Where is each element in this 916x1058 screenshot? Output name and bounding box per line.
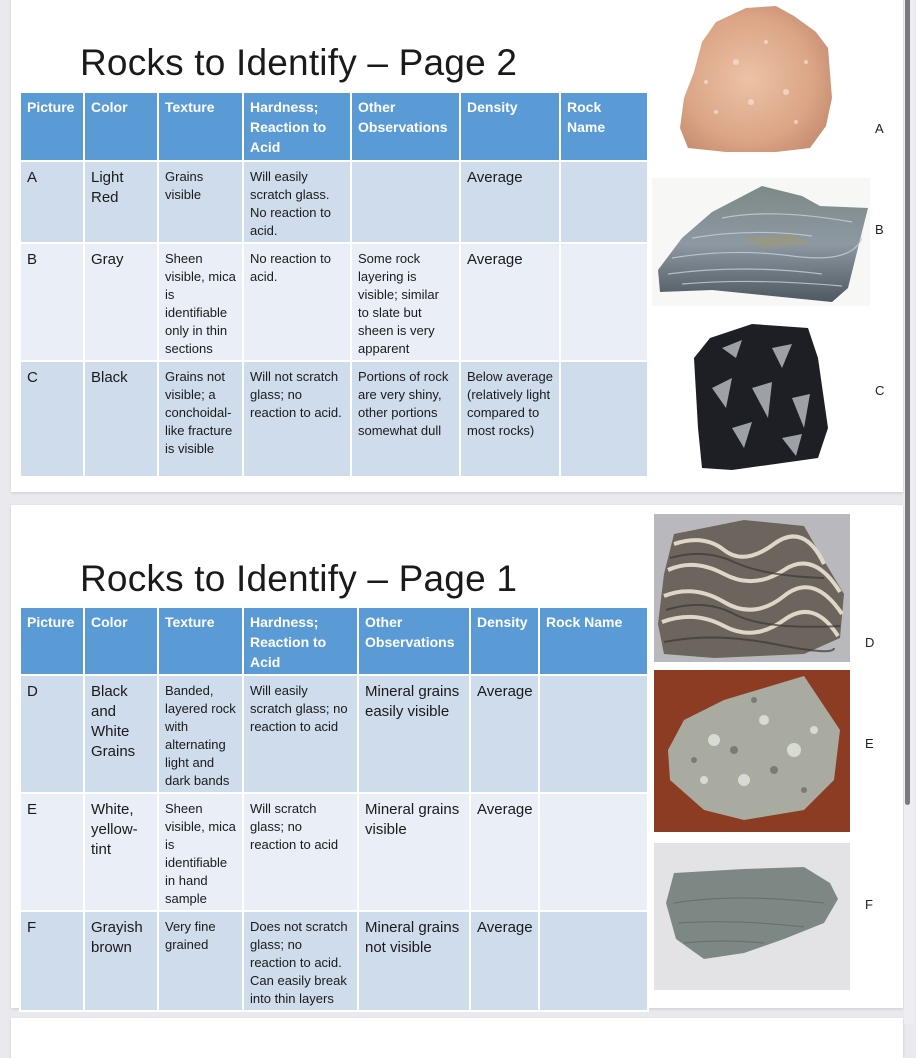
cell-picture: A <box>19 160 85 244</box>
rock-e-icon <box>668 676 840 820</box>
cell-other-observations: Mineral grains not visible <box>357 910 471 1012</box>
header-hardness: Hardness; Reaction to Acid <box>242 91 352 162</box>
rock-label-b: B <box>875 222 884 237</box>
rock-table-page-2: Picture Color Texture Hardness; Reaction… <box>19 91 649 478</box>
cell-other-observations: Some rock layering is visible; similar t… <box>350 242 461 362</box>
header-hardness: Hardness; Reaction to Acid <box>242 606 359 676</box>
header-color: Color <box>83 606 159 676</box>
cell-other-observations <box>350 160 461 244</box>
header-texture: Texture <box>157 91 244 162</box>
cell-rock-name[interactable] <box>559 242 649 362</box>
header-color: Color <box>83 91 159 162</box>
table-row: A Light Red Grains visible Will easily s… <box>19 160 649 244</box>
header-texture: Texture <box>157 606 244 676</box>
cell-picture: E <box>19 792 85 912</box>
rock-photo-d <box>654 514 850 662</box>
cell-density: Average <box>469 792 540 912</box>
table-row: B Gray Sheen visible, mica is identifiab… <box>19 242 649 362</box>
rock-label-c: C <box>875 383 885 398</box>
cell-texture: Sheen visible, mica is identifiable in h… <box>157 792 244 912</box>
cell-color: Light Red <box>83 160 159 244</box>
table-header-row: Picture Color Texture Hardness; Reaction… <box>19 91 649 162</box>
cell-rock-name[interactable] <box>538 910 649 1012</box>
cell-density: Average <box>469 674 540 794</box>
cell-hardness: Will easily scratch glass. No reaction t… <box>242 160 352 244</box>
cell-hardness: Will not scratch glass; no reaction to a… <box>242 360 352 478</box>
cell-hardness: No reaction to acid. <box>242 242 352 362</box>
cell-picture: B <box>19 242 85 362</box>
slide-title: Rocks to Identify – Page 2 <box>80 42 518 83</box>
cell-rock-name[interactable] <box>538 674 649 794</box>
cell-texture: Grains not visible; a conchoidal-like fr… <box>157 360 244 478</box>
cell-texture: Grains visible <box>157 160 244 244</box>
rock-label-a: A <box>875 121 884 136</box>
header-picture: Picture <box>19 91 85 162</box>
table-row: D Black and White Grains Banded, layered… <box>19 674 649 794</box>
cell-density: Average <box>459 242 561 362</box>
rock-d-icon <box>658 520 844 658</box>
rock-photo-a <box>676 2 836 154</box>
rock-a-icon <box>680 6 832 152</box>
rock-photo-b <box>652 178 870 306</box>
cell-density: Average <box>469 910 540 1012</box>
cell-color: White, yellow-tint <box>83 792 159 912</box>
rock-photo-f <box>654 843 850 990</box>
rock-c-icon <box>694 324 828 470</box>
header-other-observations: Other Observations <box>357 606 471 676</box>
table-row: C Black Grains not visible; a conchoidal… <box>19 360 649 478</box>
scrollbar-thumb[interactable] <box>905 0 910 805</box>
cell-picture: D <box>19 674 85 794</box>
cell-hardness: Will easily scratch glass; no reaction t… <box>242 674 359 794</box>
cell-picture: C <box>19 360 85 478</box>
cell-color: Black <box>83 360 159 478</box>
cell-density: Below average (relatively light compared… <box>459 360 561 478</box>
slide-title: Rocks to Identify – Page 1 <box>80 558 518 599</box>
header-rock-name: Rock Name <box>559 91 649 162</box>
header-density: Density <box>459 91 561 162</box>
rock-label-f: F <box>865 897 873 912</box>
table-row: F Grayish brown Very fine grained Does n… <box>19 910 649 1012</box>
slide-next <box>11 1018 903 1058</box>
rock-label-d: D <box>865 635 875 650</box>
table-header-row: Picture Color Texture Hardness; Reaction… <box>19 606 649 676</box>
cell-texture: Banded, layered rock with alternating li… <box>157 674 244 794</box>
header-rock-name: Rock Name <box>538 606 649 676</box>
cell-texture: Sheen visible, mica is identifiable only… <box>157 242 244 362</box>
header-density: Density <box>469 606 540 676</box>
rock-photo-c <box>692 318 832 473</box>
cell-picture: F <box>19 910 85 1012</box>
cell-color: Black and White Grains <box>83 674 159 794</box>
cell-hardness: Will scratch glass; no reaction to acid <box>242 792 359 912</box>
cell-other-observations: Portions of rock are very shiny, other p… <box>350 360 461 478</box>
table-row: E White, yellow-tint Sheen visible, mica… <box>19 792 649 912</box>
rock-table-page-1: Picture Color Texture Hardness; Reaction… <box>19 606 649 1012</box>
rock-f-icon <box>666 867 838 959</box>
cell-rock-name[interactable] <box>538 792 649 912</box>
cell-color: Grayish brown <box>83 910 159 1012</box>
cell-other-observations: Mineral grains visible <box>357 792 471 912</box>
rock-photo-e <box>654 670 850 832</box>
cell-rock-name[interactable] <box>559 160 649 244</box>
cell-color: Gray <box>83 242 159 362</box>
cell-density: Average <box>459 160 561 244</box>
rock-label-e: E <box>865 736 874 751</box>
cell-texture: Very fine grained <box>157 910 244 1012</box>
rock-b-icon <box>658 186 868 302</box>
cell-other-observations: Mineral grains easily visible <box>357 674 471 794</box>
header-other-observations: Other Observations <box>350 91 461 162</box>
cell-hardness: Does not scratch glass; no reaction to a… <box>242 910 359 1012</box>
header-picture: Picture <box>19 606 85 676</box>
cell-rock-name[interactable] <box>559 360 649 478</box>
